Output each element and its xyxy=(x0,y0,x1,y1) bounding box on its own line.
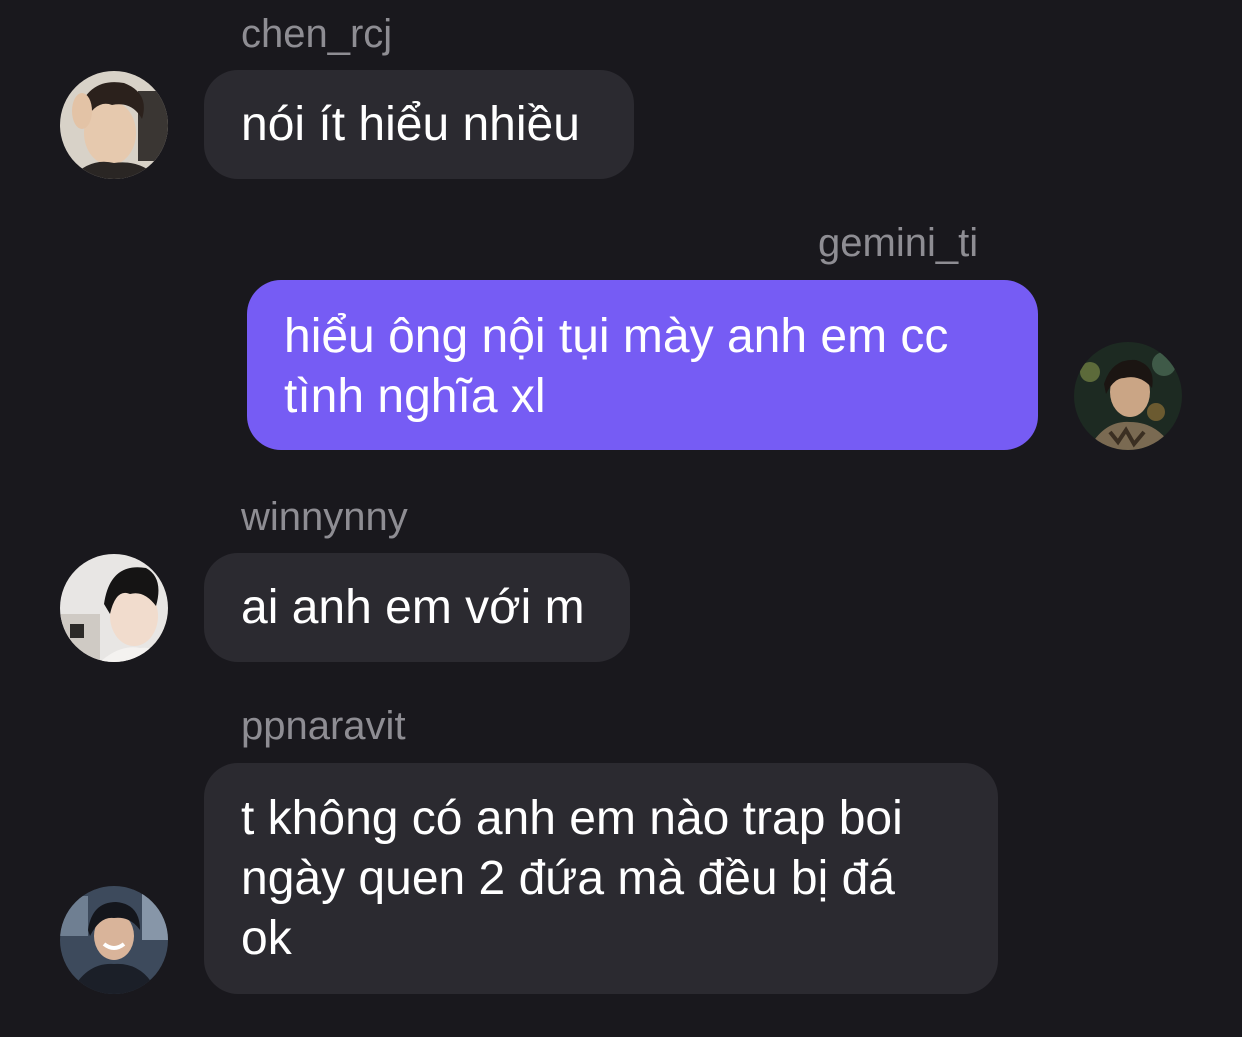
avatar-photo xyxy=(60,554,168,662)
message-line: tình nghĩa xl xyxy=(284,370,546,423)
message-line: t không có anh em nào trap boi xyxy=(241,792,903,845)
sender-name[interactable]: gemini_ti xyxy=(818,219,978,267)
avatar[interactable] xyxy=(1074,342,1182,450)
sender-name[interactable]: winnynny xyxy=(241,493,408,541)
avatar[interactable] xyxy=(60,554,168,662)
message-line: ok xyxy=(241,912,292,965)
message-line: ai anh em với m xyxy=(241,581,585,634)
message-bubble[interactable]: ai anh em với m xyxy=(204,553,630,662)
avatar[interactable] xyxy=(60,886,168,994)
avatar[interactable] xyxy=(60,71,168,179)
avatar-photo xyxy=(1074,342,1182,450)
avatar-photo xyxy=(60,71,168,179)
message-bubble-outgoing[interactable]: hiểu ông nội tụi mày anh em cc tình nghĩ… xyxy=(247,280,1038,450)
chat-thread: chen_rcj nói ít hiểu nhiều gemini_ti hiể… xyxy=(0,0,1242,1037)
message-bubble[interactable]: nói ít hiểu nhiều xyxy=(204,70,634,179)
sender-name[interactable]: ppnaravit xyxy=(241,702,406,750)
message-bubble[interactable]: t không có anh em nào trap boi ngày quen… xyxy=(204,763,998,994)
avatar-photo xyxy=(60,886,168,994)
message-line: hiểu ông nội tụi mày anh em cc xyxy=(284,310,949,363)
message-line: ngày quen 2 đứa mà đều bị đá xyxy=(241,852,895,905)
message-line: nói ít hiểu nhiều xyxy=(241,98,580,151)
sender-name[interactable]: chen_rcj xyxy=(241,10,392,58)
